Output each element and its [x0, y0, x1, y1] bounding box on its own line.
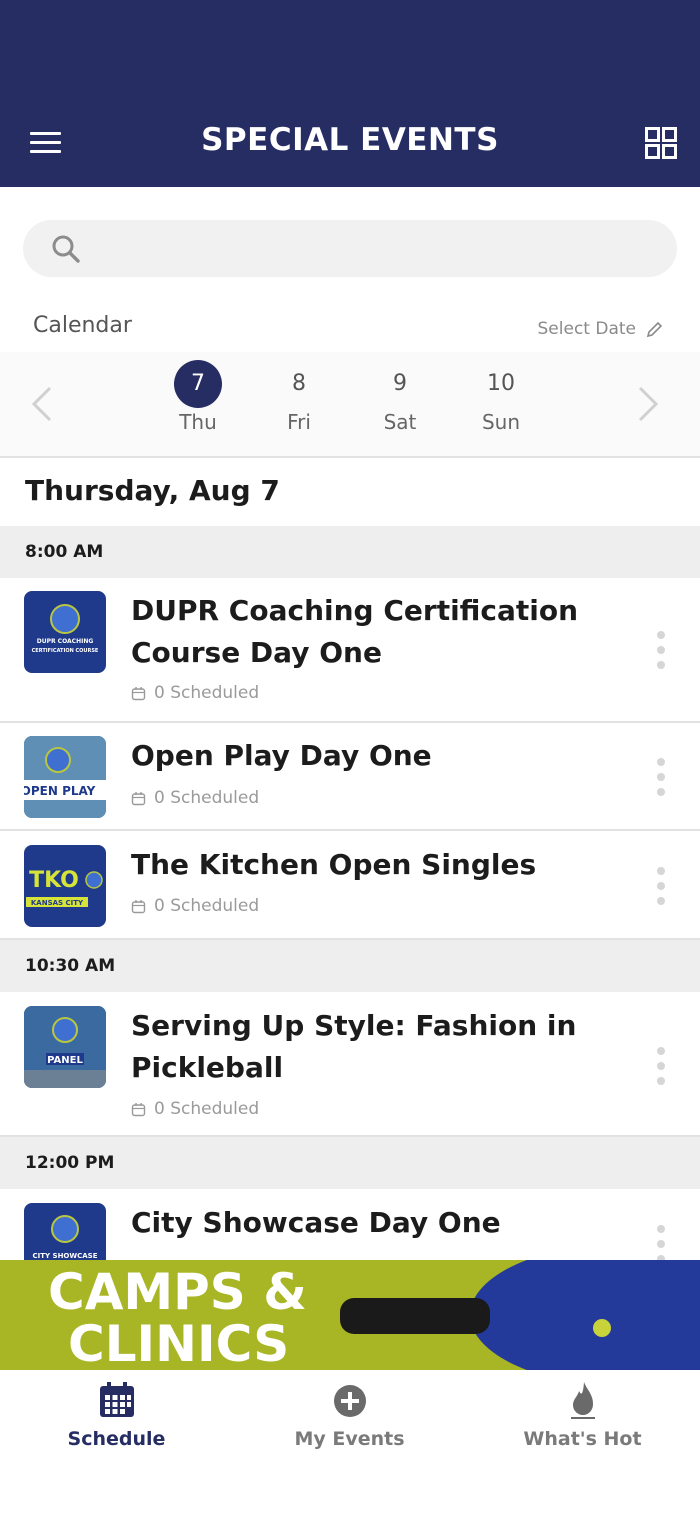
- bottom-tab-bar: Schedule My Events What's Hot: [0, 1370, 700, 1517]
- tab-whats-hot[interactable]: What's Hot: [466, 1380, 699, 1450]
- scheduled-count: 0 Scheduled: [154, 1099, 260, 1119]
- event-thumbnail: TKO KANSAS CITY: [24, 845, 106, 927]
- day-9[interactable]: 9 Sat: [360, 352, 440, 434]
- event-thumbnail: DUPR COACHING CERTIFICATION COURSE: [24, 591, 106, 673]
- scheduled-count: 0 Scheduled: [154, 896, 260, 916]
- tab-my-events[interactable]: My Events: [233, 1380, 466, 1450]
- paddle-graphic: [340, 1260, 700, 1370]
- event-scheduled: 0 Scheduled: [131, 896, 259, 916]
- thumbnail-text: TKO: [29, 868, 79, 893]
- event-title: The Kitchen Open Singles: [131, 848, 537, 881]
- app-header: SPECIAL EVENTS: [0, 0, 700, 187]
- event-row[interactable]: DUPR COACHING CERTIFICATION COURSE DUPR …: [0, 578, 700, 723]
- divider: [0, 456, 700, 458]
- event-row[interactable]: TKO KANSAS CITY The Kitchen Open Singles…: [0, 831, 700, 940]
- calendar-small-icon: [131, 791, 146, 805]
- select-date-button[interactable]: Select Date: [538, 319, 664, 339]
- date-strip: 7 Thu 8 Fri 9 Sat 10 Sun: [0, 352, 700, 456]
- promo-banner[interactable]: CAMPS & CLINICS: [0, 1260, 700, 1370]
- more-options-icon[interactable]: [657, 1047, 667, 1092]
- calendar-small-icon: [131, 686, 146, 700]
- day-number: 9: [393, 371, 407, 396]
- event-title: Serving Up Style: Fashion in Pickleball: [131, 1009, 577, 1084]
- search-icon: [52, 235, 80, 263]
- banner-line: CLINICS: [68, 1315, 290, 1370]
- day-number: 8: [292, 371, 306, 396]
- banner-line: CAMPS &: [48, 1263, 307, 1321]
- event-thumbnail: OPEN PLAY: [24, 736, 106, 818]
- day-7[interactable]: 7 Thu: [158, 352, 238, 434]
- select-date-label: Select Date: [537, 319, 636, 339]
- thumbnail-text: CITY SHOWCASE: [33, 1252, 98, 1260]
- more-options-icon[interactable]: [657, 758, 667, 803]
- calendar-small-icon: [131, 899, 146, 913]
- calendar-label: Calendar: [33, 313, 132, 338]
- event-scheduled: 0 Scheduled: [131, 1099, 259, 1119]
- chevron-right-icon[interactable]: [636, 384, 660, 424]
- thumbnail-text: DUPR COACHING: [37, 638, 94, 645]
- more-options-icon[interactable]: [657, 867, 667, 912]
- more-options-icon[interactable]: [657, 631, 667, 676]
- event-title: City Showcase Day One: [131, 1206, 501, 1239]
- day-of-week: Fri: [287, 410, 311, 434]
- day-number: 7: [174, 360, 222, 408]
- banner-headline: CAMPS & CLINICS: [48, 1266, 307, 1370]
- time-label: 8:00 AM: [25, 542, 104, 562]
- event-scheduled: 0 Scheduled: [131, 788, 259, 808]
- thumbnail-text: CERTIFICATION COURSE: [32, 648, 99, 654]
- day-10[interactable]: 10 Sun: [461, 352, 541, 434]
- tab-label: What's Hot: [523, 1428, 642, 1450]
- grid-view-icon[interactable]: [645, 127, 677, 159]
- flame-icon: [570, 1382, 595, 1419]
- event-row[interactable]: OPEN PLAY Open Play Day One 0 Scheduled: [0, 723, 700, 831]
- more-options-icon[interactable]: [657, 1225, 667, 1260]
- time-header: 8:00 AM: [0, 526, 700, 578]
- calendar-small-icon: [131, 1102, 146, 1116]
- date-heading: Thursday, Aug 7: [25, 474, 280, 507]
- day-of-week: Sat: [383, 410, 417, 434]
- tab-schedule[interactable]: Schedule: [0, 1380, 233, 1450]
- page-title: SPECIAL EVENTS: [201, 122, 499, 158]
- tab-label: My Events: [294, 1428, 405, 1450]
- time-label: 10:30 AM: [25, 956, 116, 976]
- day-8[interactable]: 8 Fri: [259, 352, 339, 434]
- calendar-icon: [99, 1382, 134, 1417]
- time-header: 10:30 AM: [0, 940, 700, 992]
- scheduled-count: 0 Scheduled: [154, 788, 260, 808]
- event-title: DUPR Coaching Certification Course Day O…: [131, 594, 579, 669]
- pencil-icon: [646, 321, 663, 338]
- thumbnail-text: KANSAS CITY: [31, 899, 84, 907]
- event-thumbnail: PANEL: [24, 1006, 106, 1088]
- thumbnail-text: PANEL: [47, 1055, 83, 1066]
- plus-circle-icon: [333, 1385, 366, 1417]
- search-input[interactable]: [23, 220, 677, 277]
- time-header: 12:00 PM: [0, 1137, 700, 1189]
- event-row[interactable]: PANEL Serving Up Style: Fashion in Pickl…: [0, 992, 700, 1137]
- event-scheduled: 0 Scheduled: [131, 683, 259, 703]
- tab-label: Schedule: [67, 1428, 166, 1450]
- day-number: 10: [487, 371, 515, 396]
- event-thumbnail: CITY SHOWCASE: [24, 1203, 106, 1260]
- event-row[interactable]: CITY SHOWCASE City Showcase Day One: [0, 1189, 700, 1260]
- thumbnail-text: OPEN PLAY: [24, 784, 96, 798]
- event-title: Open Play Day One: [131, 739, 432, 772]
- day-of-week: Sun: [481, 410, 521, 434]
- chevron-left-icon[interactable]: [30, 384, 54, 424]
- day-of-week: Thu: [179, 410, 217, 434]
- time-label: 12:00 PM: [25, 1153, 115, 1173]
- scheduled-count: 0 Scheduled: [154, 683, 260, 703]
